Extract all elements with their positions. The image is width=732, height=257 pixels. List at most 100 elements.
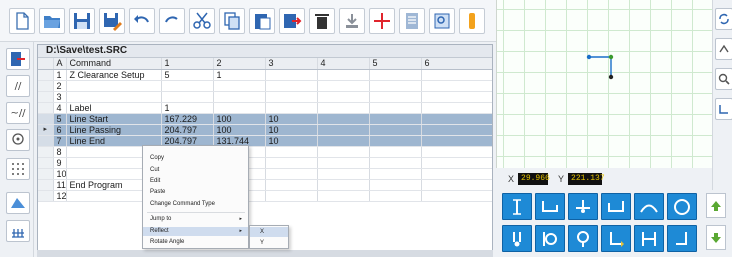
- horizontal-scrollbar[interactable]: [37, 250, 493, 257]
- param-4-cell[interactable]: [317, 102, 370, 114]
- param-4-cell[interactable]: [317, 146, 370, 158]
- param-1-cell[interactable]: 204.797: [161, 124, 214, 136]
- param-2-cell[interactable]: 100: [213, 124, 266, 136]
- param-5-cell[interactable]: [369, 157, 422, 169]
- param-5-cell[interactable]: [369, 102, 422, 114]
- param-6-cell[interactable]: [421, 113, 492, 125]
- command-cell[interactable]: Line Start: [66, 113, 162, 125]
- param-6-cell[interactable]: [421, 124, 492, 136]
- array-button[interactable]: [6, 220, 30, 242]
- row-number-cell[interactable]: 12: [53, 190, 67, 202]
- insert-row-button[interactable]: [279, 7, 305, 34]
- table-row[interactable]: 4 Label 1: [38, 102, 492, 114]
- command-cell[interactable]: [66, 80, 162, 92]
- warning-button[interactable]: [459, 7, 485, 34]
- row-indicator[interactable]: [38, 146, 54, 158]
- table-row[interactable]: 5 Line Start 167.229 100 10: [38, 113, 492, 125]
- param-4-cell[interactable]: [317, 124, 370, 136]
- param-5-cell[interactable]: [369, 190, 422, 202]
- param-2-cell[interactable]: [213, 80, 266, 92]
- command-cell[interactable]: Label: [66, 102, 162, 114]
- param-4-cell[interactable]: [317, 179, 370, 191]
- move-up-button[interactable]: [706, 193, 726, 218]
- rotate-view-button[interactable]: [715, 38, 732, 60]
- menu-item-cut[interactable]: Cut: [143, 166, 248, 175]
- table-row[interactable]: 9: [38, 157, 492, 169]
- column-header-4[interactable]: 4: [317, 58, 370, 70]
- param-1-cell[interactable]: 1: [161, 102, 214, 114]
- crosshair-button[interactable]: [369, 7, 395, 34]
- param-5-cell[interactable]: [369, 135, 422, 147]
- param-3-cell[interactable]: [265, 80, 318, 92]
- comment-button[interactable]: //: [6, 75, 30, 97]
- param-3-cell[interactable]: [265, 179, 318, 191]
- param-3-cell[interactable]: 10: [265, 113, 318, 125]
- clear-all-button[interactable]: [339, 7, 365, 34]
- row-indicator[interactable]: [38, 91, 54, 103]
- submenu-item-y[interactable]: Y: [250, 238, 288, 248]
- param-4-cell[interactable]: [317, 157, 370, 169]
- circle-button[interactable]: [667, 193, 697, 220]
- param-3-cell[interactable]: [265, 168, 318, 180]
- param-6-cell[interactable]: [421, 179, 492, 191]
- table-row[interactable]: 2: [38, 80, 492, 92]
- cut-button[interactable]: [189, 7, 215, 34]
- param-6-cell[interactable]: [421, 190, 492, 202]
- menu-item-jump-to[interactable]: Jump to ▸: [143, 215, 248, 224]
- row-number-cell[interactable]: 1: [53, 69, 67, 81]
- param-6-cell[interactable]: [421, 91, 492, 103]
- redo-button[interactable]: [159, 7, 185, 34]
- zoom-button[interactable]: [429, 7, 455, 34]
- param-5-cell[interactable]: [369, 113, 422, 125]
- row-number-cell[interactable]: 2: [53, 80, 67, 92]
- param-5-cell[interactable]: [369, 80, 422, 92]
- column-header-1[interactable]: 1: [161, 58, 214, 70]
- row-indicator[interactable]: [38, 80, 54, 92]
- param-6-cell[interactable]: [421, 157, 492, 169]
- delete-button[interactable]: [309, 7, 335, 34]
- param-5-cell[interactable]: [369, 91, 422, 103]
- menu-item-edit[interactable]: Edit: [143, 177, 248, 186]
- table-row[interactable]: 1Z Clearance Setup 5 1: [38, 69, 492, 81]
- param-2-cell[interactable]: 1: [213, 69, 266, 81]
- line-passing-button[interactable]: [535, 193, 565, 220]
- param-2-cell[interactable]: [213, 91, 266, 103]
- wait-button[interactable]: [667, 225, 697, 252]
- menu-item-change-command-type[interactable]: Change Command Type: [143, 200, 248, 209]
- row-indicator[interactable]: [38, 190, 54, 202]
- undo-button[interactable]: [129, 7, 155, 34]
- refresh-view-button[interactable]: [715, 8, 732, 30]
- arc-button[interactable]: [634, 193, 664, 220]
- column-header-3[interactable]: 3: [265, 58, 318, 70]
- param-1-cell[interactable]: [161, 91, 214, 103]
- dot-array-button[interactable]: [6, 158, 30, 180]
- line-end-button[interactable]: [568, 193, 598, 220]
- param-6-cell[interactable]: [421, 168, 492, 180]
- param-5-cell[interactable]: [369, 179, 422, 191]
- command-cell[interactable]: Z Clearance Setup: [66, 69, 162, 81]
- line-start-button[interactable]: [502, 193, 532, 220]
- table-row[interactable]: 11 End Program: [38, 179, 492, 191]
- row-number-cell[interactable]: 7: [53, 135, 67, 147]
- row-number-cell[interactable]: 6: [53, 124, 67, 136]
- row-indicator[interactable]: [38, 135, 54, 147]
- param-6-cell[interactable]: [421, 146, 492, 158]
- column-header-command[interactable]: Command: [66, 58, 162, 70]
- param-1-cell[interactable]: 167.229: [161, 113, 214, 125]
- transform-button[interactable]: [6, 192, 30, 214]
- menu-item-rotate-angle[interactable]: Rotate Angle: [143, 238, 248, 247]
- param-3-cell[interactable]: [265, 190, 318, 202]
- dispense-point-button[interactable]: [502, 225, 532, 252]
- row-indicator[interactable]: ▸: [38, 124, 54, 136]
- row-indicator[interactable]: [38, 157, 54, 169]
- param-4-cell[interactable]: [317, 168, 370, 180]
- move-down-button[interactable]: [706, 225, 726, 250]
- param-4-cell[interactable]: [317, 91, 370, 103]
- menu-item-copy[interactable]: Copy: [143, 154, 248, 163]
- row-number-cell[interactable]: 9: [53, 157, 67, 169]
- spray-button[interactable]: [568, 225, 598, 252]
- table-row[interactable]: 8: [38, 146, 492, 158]
- param-5-cell[interactable]: [369, 168, 422, 180]
- param-3-cell[interactable]: [265, 157, 318, 169]
- save-button[interactable]: [69, 7, 95, 34]
